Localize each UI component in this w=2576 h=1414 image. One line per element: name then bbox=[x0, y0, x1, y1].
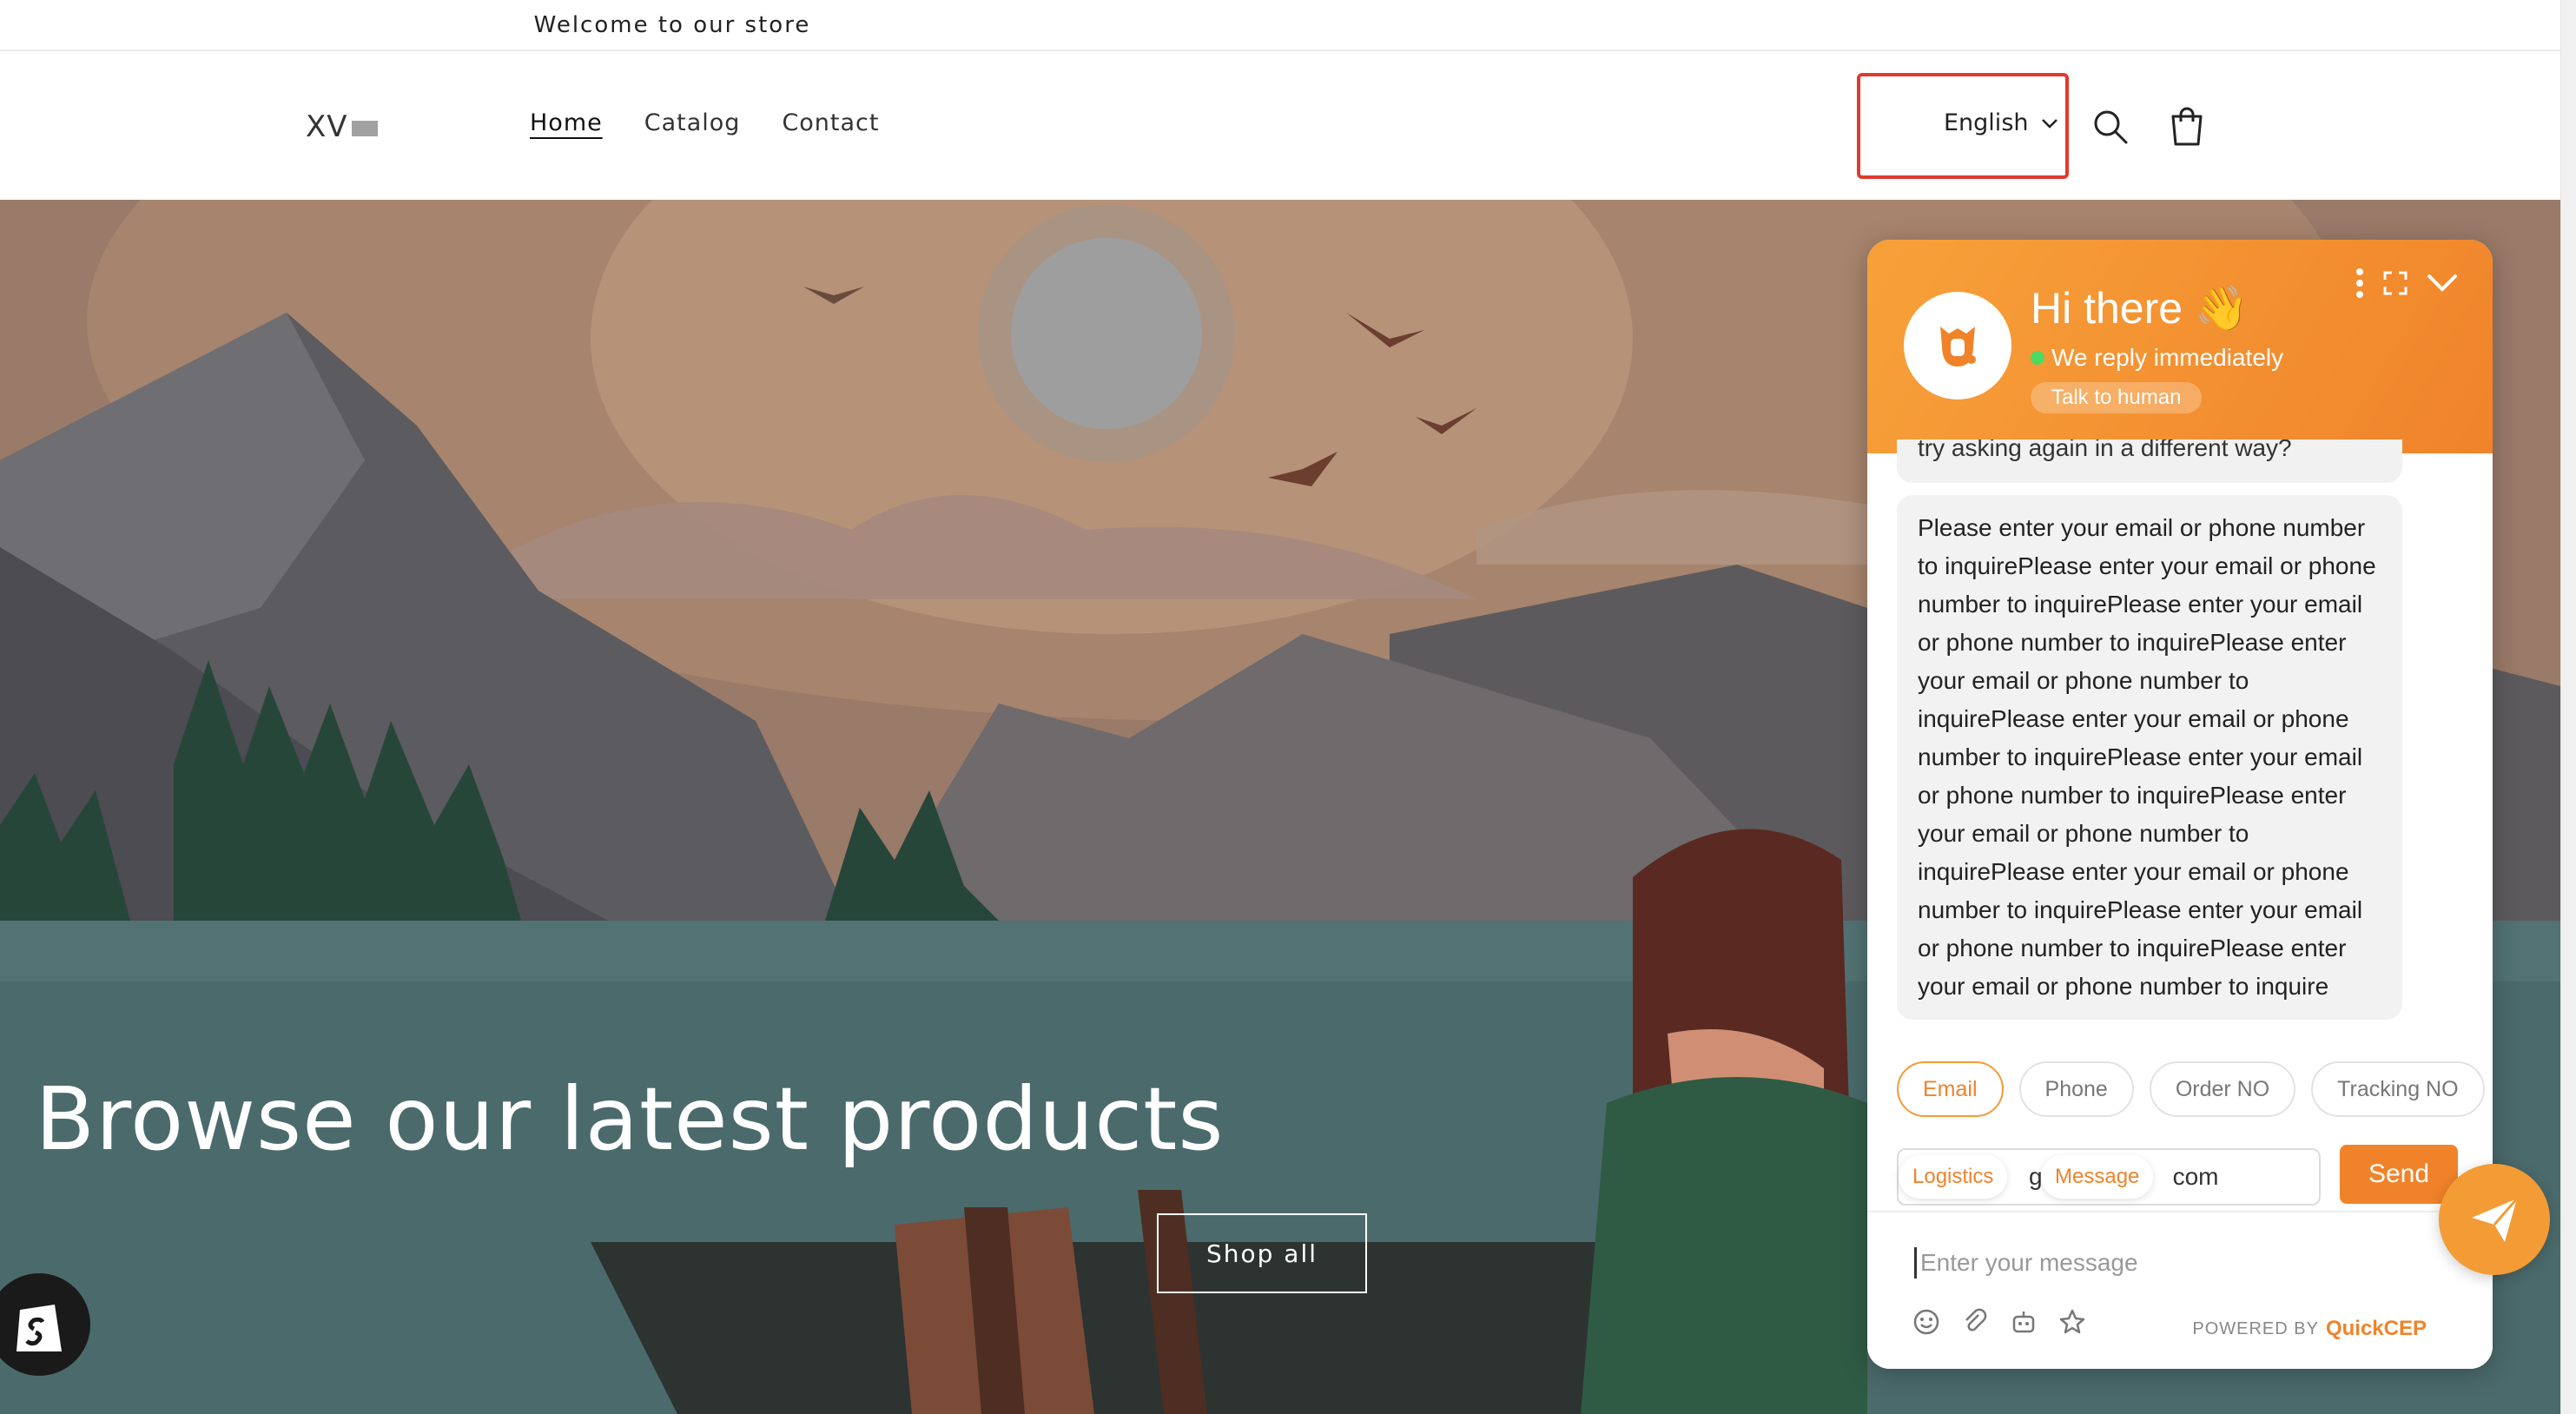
attachment-icon[interactable] bbox=[1961, 1308, 1989, 1336]
send-button[interactable]: Send bbox=[2340, 1145, 2458, 1204]
emoji-icon[interactable] bbox=[1912, 1308, 1940, 1336]
bot-message-bubble: Please enter your email or phone number … bbox=[1897, 495, 2402, 1020]
expand-icon[interactable] bbox=[2383, 271, 2408, 295]
page-scrollbar[interactable] bbox=[2560, 0, 2576, 1414]
rating-star-icon[interactable] bbox=[2058, 1308, 2086, 1336]
message-input[interactable]: Enter your message bbox=[1914, 1247, 2138, 1279]
logo-blur bbox=[351, 120, 378, 136]
paper-plane-icon bbox=[2472, 1198, 2519, 1242]
previous-message-text: try asking again in a different way? bbox=[1918, 439, 2292, 461]
option-tracking-no[interactable]: Tracking NO bbox=[2311, 1061, 2485, 1117]
bot-avatar bbox=[1904, 292, 2011, 400]
chevron-down-icon bbox=[2041, 118, 2057, 129]
logistics-tag[interactable]: Logistics bbox=[1899, 1155, 2008, 1199]
email-value-end: com bbox=[2172, 1163, 2219, 1190]
option-email[interactable]: Email bbox=[1897, 1061, 2004, 1117]
more-options-icon[interactable] bbox=[2355, 268, 2364, 299]
announcement-bar: Welcome to our store bbox=[0, 0, 2560, 51]
nav-contact[interactable]: Contact bbox=[782, 109, 879, 136]
hero-title-text: Browse our latest products bbox=[35, 1068, 1225, 1170]
quick-options: Email Phone Order NO Tracking NO bbox=[1897, 1061, 2485, 1117]
option-order-no[interactable]: Order NO bbox=[2149, 1061, 2296, 1117]
chat-widget: Hi there 👋 We reply immediately Talk to … bbox=[1867, 240, 2493, 1369]
brand-logo[interactable]: QuickCEP bbox=[2326, 1317, 2427, 1341]
chat-header-controls bbox=[2355, 268, 2458, 299]
chat-header: Hi there 👋 We reply immediately Talk to … bbox=[1867, 240, 2493, 453]
message-tag[interactable]: Message bbox=[2041, 1155, 2154, 1199]
store-logo[interactable]: XV bbox=[306, 109, 378, 144]
previous-message-bubble: try asking again in a different way? bbox=[1897, 439, 2402, 483]
composer-toolbar bbox=[1912, 1308, 2086, 1336]
powered-by: POWERED BY QuickCEP bbox=[2192, 1317, 2427, 1341]
language-label: English bbox=[1944, 109, 2029, 136]
nav-home[interactable]: Home bbox=[530, 109, 603, 136]
powered-by-text: POWERED BY bbox=[2192, 1318, 2319, 1338]
search-icon[interactable] bbox=[2091, 108, 2130, 146]
chat-status-text: We reply immediately bbox=[2051, 344, 2284, 371]
online-dot bbox=[2031, 351, 2044, 365]
site-header: XV Home Catalog Contact English bbox=[0, 52, 2560, 200]
chat-messages[interactable]: try asking again in a different way? Ple… bbox=[1867, 439, 2493, 1235]
chat-launcher-button[interactable] bbox=[2439, 1164, 2550, 1275]
collapse-chevron-icon[interactable] bbox=[2427, 274, 2458, 293]
talk-to-human-button[interactable]: Talk to human bbox=[2031, 382, 2203, 413]
language-selector[interactable]: English bbox=[1944, 109, 2058, 136]
shop-all-button[interactable]: Shop all bbox=[1157, 1213, 1367, 1293]
email-entry-row: g com Send Logistics Message bbox=[1897, 1145, 2458, 1209]
main-nav: Home Catalog Contact bbox=[530, 109, 879, 136]
logo-text: XV bbox=[306, 109, 348, 144]
shopify-bag-icon bbox=[17, 1305, 62, 1351]
chat-status: We reply immediately bbox=[2031, 344, 2283, 372]
bot-logo-icon bbox=[1940, 327, 1976, 367]
chat-greeting: Hi there 👋 bbox=[2031, 284, 2249, 333]
option-phone[interactable]: Phone bbox=[2018, 1061, 2134, 1117]
bot-icon[interactable] bbox=[2010, 1308, 2038, 1336]
announcement-text: Welcome to our store bbox=[533, 11, 811, 38]
nav-catalog[interactable]: Catalog bbox=[644, 109, 741, 136]
cart-icon[interactable] bbox=[2166, 104, 2208, 148]
message-composer: Enter your message POWERED BY QuickCEP bbox=[1867, 1211, 2493, 1369]
